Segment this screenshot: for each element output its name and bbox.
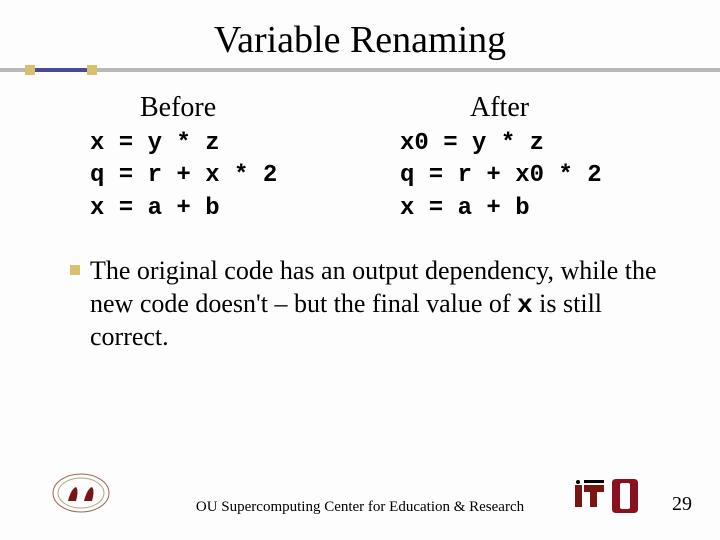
rule-marker-icon (87, 65, 97, 75)
after-code: x0 = y * z q = r + x0 * 2 x = a + b (400, 128, 680, 225)
para-code: x (517, 290, 533, 320)
rule-marker-icon (25, 65, 35, 75)
before-heading: Before (90, 92, 370, 124)
description-paragraph: The original code has an output dependen… (90, 255, 660, 354)
footer-text: OU Supercomputing Center for Education &… (196, 499, 524, 516)
before-column: Before x = y * z q = r + x * 2 x = a + b (90, 92, 370, 225)
before-code: x = y * z q = r + x * 2 x = a + b (90, 128, 370, 225)
page-number: 29 (672, 493, 692, 516)
after-heading: After (400, 92, 680, 124)
ou-horses-logo-icon (50, 471, 112, 520)
slide-title: Variable Renaming (214, 18, 506, 62)
after-column: After x0 = y * z q = r + x0 * 2 x = a + … (370, 92, 680, 225)
ou-logo-icon (610, 477, 640, 520)
it-logo-icon (572, 479, 606, 518)
bullet-icon (70, 265, 80, 275)
